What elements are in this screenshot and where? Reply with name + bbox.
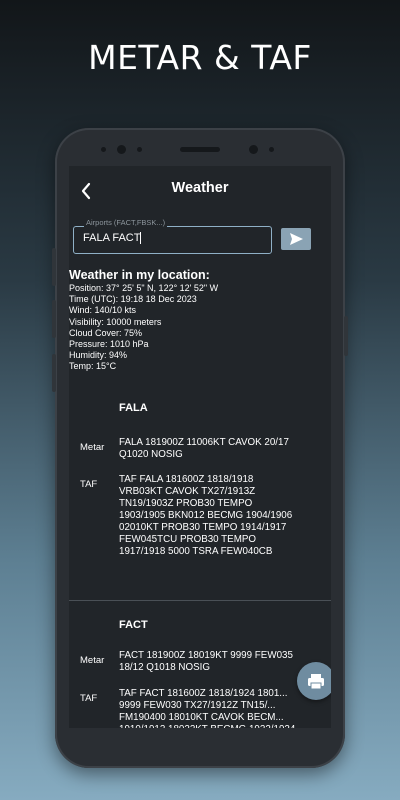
airport-search-field[interactable]: Airports (FACT,FBSK...) FALA FACT [73, 218, 272, 254]
my-location-title: Weather in my location: [69, 268, 210, 282]
location-humidity: Humidity: 94% [69, 350, 128, 361]
phone-top-bezel [55, 128, 345, 166]
sensor-icon [269, 147, 274, 152]
taf-label: TAF [80, 693, 98, 704]
power-button [344, 316, 348, 356]
metar-text: FACT 181900Z 18019KT 9999 FEW035 18/12 Q… [119, 650, 293, 673]
speaker-grille [180, 147, 220, 152]
camera-icon [249, 145, 258, 154]
location-cloud-cover: Cloud Cover: 75% [69, 327, 143, 338]
volume-down-button [52, 300, 56, 338]
sensor-icon [137, 147, 142, 152]
print-button[interactable] [297, 662, 331, 700]
my-location-details: Position: 37° 25' 5" N, 122° 12' 52" W T… [69, 283, 218, 373]
location-visibility: Visibility: 10000 meters [69, 316, 162, 327]
search-field-label: Airports (FACT,FBSK...) [84, 218, 168, 227]
taf-text: TAF FACT 181600Z 1818/1924 1801... 9999 … [119, 688, 295, 728]
metar-text: FALA 181900Z 11006KT CAVOK 20/17 Q1020 N… [119, 437, 289, 460]
airport-code: FALA [119, 402, 148, 414]
app-bar: Weather [69, 166, 331, 216]
volume-up-button [52, 248, 56, 286]
text-caret [140, 232, 142, 245]
location-time: Time (UTC): 19:18 18 Dec 2023 [69, 294, 197, 305]
location-pressure: Pressure: 1010 hPa [69, 339, 149, 350]
camera-icon [117, 145, 126, 154]
taf-text: TAF FALA 181600Z 1818/1918 VRB03KT CAVOK… [119, 474, 293, 557]
phone-bottom-bezel [55, 728, 345, 768]
app-screen: Weather Airports (FACT,FBSK...) FALA FAC… [69, 166, 331, 728]
metar-label: Metar [80, 655, 105, 666]
page-title: Weather [171, 180, 229, 196]
print-icon [308, 674, 324, 690]
search-input-value: FALA FACT [83, 232, 141, 244]
taf-label: TAF [80, 479, 98, 490]
location-wind: Wind: 140/10 kts [69, 305, 137, 316]
location-temp: Temp: 15°C [69, 361, 117, 372]
airport-search-input[interactable]: FALA FACT [83, 232, 263, 245]
send-button[interactable] [281, 228, 311, 250]
section-divider [69, 600, 331, 601]
metar-label: Metar [80, 442, 105, 453]
side-button [52, 354, 56, 392]
send-icon [290, 233, 303, 245]
location-position: Position: 37° 25' 5" N, 122° 12' 52" W [69, 283, 219, 293]
promo-title: METAR & TAF [88, 38, 312, 77]
sensor-icon [101, 147, 106, 152]
airport-code: FACT [119, 619, 148, 631]
phone-frame: Weather Airports (FACT,FBSK...) FALA FAC… [52, 128, 348, 768]
